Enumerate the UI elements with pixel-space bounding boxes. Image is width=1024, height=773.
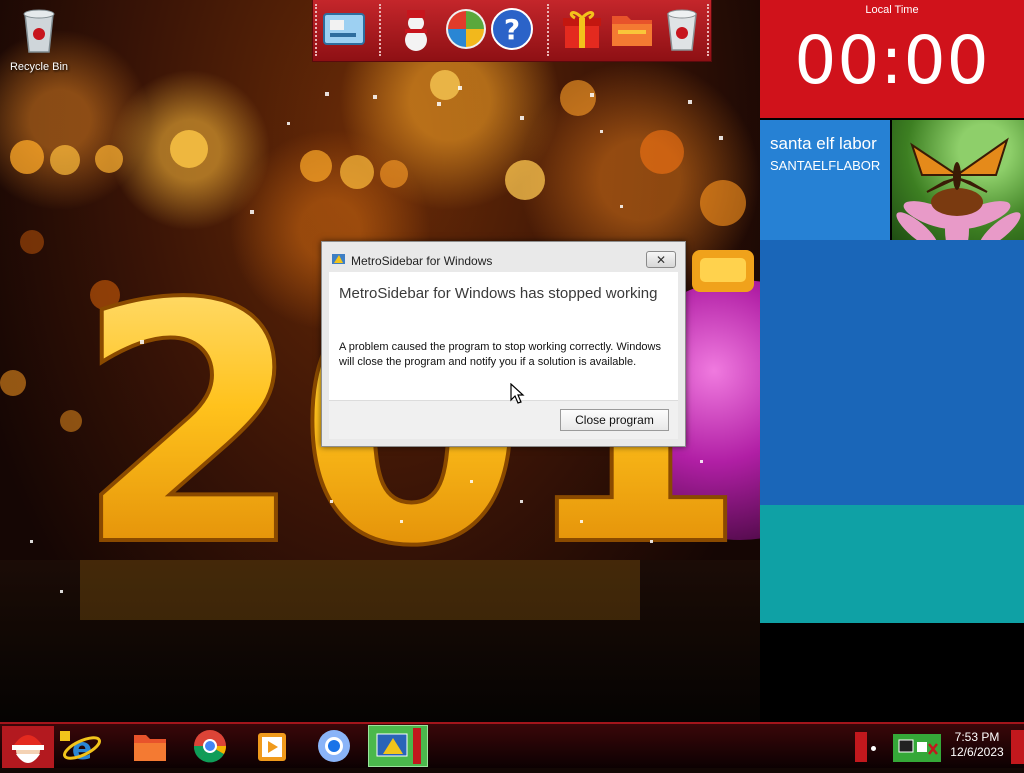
dialog-footer: Close program [329,400,678,439]
snowman-icon[interactable] [393,6,439,52]
gift-icon[interactable] [559,6,605,52]
user-tile[interactable]: santa elf labor SANTAELFLABOR [760,120,890,240]
metrosidebar-icon [376,728,421,764]
taskbar-date: 12/6/2023 [950,745,1004,759]
folder-icon[interactable] [609,6,655,52]
dialog-title: MetroSidebar for Windows [351,254,493,268]
network-volume-tray-icons[interactable] [893,734,941,762]
user-photo-tile[interactable] [892,120,1024,240]
taskbar-clock[interactable]: 7:53 PM 12/6/2023 [942,730,1012,760]
network-icon [898,739,938,755]
metro-sidebar: Local Time 00:00 santa elf labor SANTAEL… [760,0,1024,722]
empty-teal-tile[interactable] [760,505,1024,623]
start-button[interactable] [2,726,54,768]
chromium-icon[interactable] [312,727,356,765]
recycle-bin-desktop-icon[interactable]: Recycle Bin [6,6,72,73]
dialog-heading: MetroSidebar for Windows has stopped wor… [339,285,658,302]
metrosidebar-taskbar-button[interactable] [368,725,428,767]
recycle-bin-icon[interactable] [659,6,705,52]
close-program-button[interactable]: Close program [560,409,669,431]
user-id: SANTAELFLABOR [770,158,881,173]
santa-start-icon [12,735,44,763]
clock-time: 00:00 [794,22,990,99]
clock-tile[interactable]: Local Time 00:00 [760,0,1024,118]
show-desktop-button[interactable] [1011,730,1024,764]
dialog-titlebar[interactable]: MetroSidebar for Windows ✕ [322,242,685,272]
tray-indicator-icon [871,746,876,751]
svg-text:?: ? [504,13,520,46]
internet-explorer-icon[interactable]: e [58,727,102,765]
help-icon[interactable]: ? [489,6,535,52]
metrosidebar-app-icon [332,254,345,264]
media-player-icon[interactable] [250,727,294,765]
dialog-content: MetroSidebar for Windows has stopped wor… [329,272,678,400]
taskbar: e 7:53 PM 12/6/2023 [0,722,1024,768]
mouse-cursor-icon [510,383,525,404]
recycle-bin-label: Recycle Bin [9,61,69,73]
dialog-close-button[interactable]: ✕ [646,251,676,268]
empty-blue-tile[interactable] [760,240,1024,505]
clock-title: Local Time [865,4,919,16]
user-name: santa elf labor [770,134,877,153]
chrome-icon[interactable] [188,727,232,765]
recycle-bin-icon [23,9,55,53]
top-dock: ? [312,0,712,62]
control-panel-icon[interactable] [321,6,367,52]
error-dialog: MetroSidebar for Windows ✕ MetroSidebar … [321,241,686,447]
taskbar-time: 7:53 PM [954,730,1000,744]
butterfly-flower-photo [896,137,1021,240]
dialog-message: A problem caused the program to stop wor… [339,341,661,368]
file-explorer-icon[interactable] [128,727,172,765]
action-center-icon[interactable] [855,732,867,762]
windows-logo-icon[interactable] [443,6,489,52]
